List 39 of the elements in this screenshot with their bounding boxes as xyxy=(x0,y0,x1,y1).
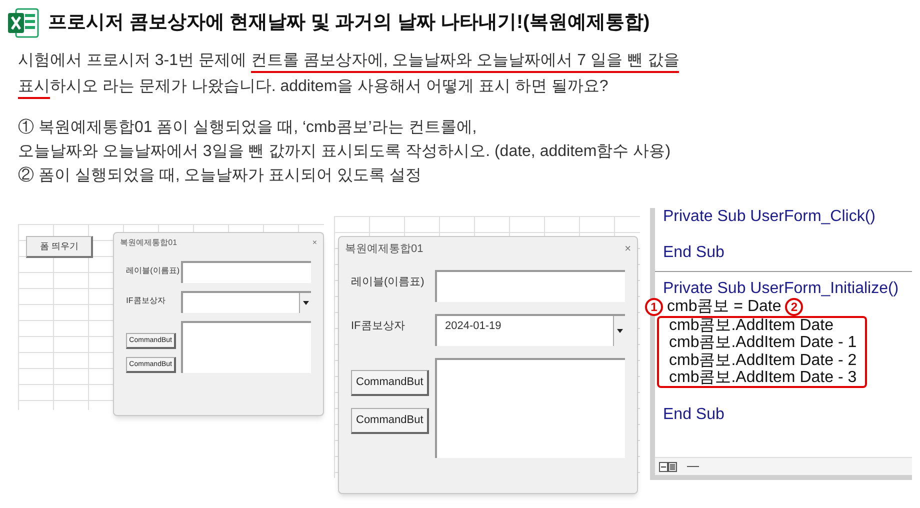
code-line: End Sub xyxy=(663,406,726,424)
label-text: 레이블(이름표) xyxy=(351,274,424,290)
show-form-button[interactable]: 폼 띄우기 xyxy=(26,236,94,258)
combo-label: IF콤보상자 xyxy=(126,295,166,307)
list-box[interactable] xyxy=(181,321,311,373)
command-button[interactable]: CommandBut xyxy=(351,408,430,434)
slide-title: 프로시저 콤보상자에 현재날짜 및 과거의 날짜 나타내기!(복원예제통합) xyxy=(48,10,650,35)
code-line: cmb콤보.AddItem Date - 3 xyxy=(669,369,857,387)
combo-value: 2024-01-19 xyxy=(444,318,502,334)
code-line: cmb콤보 = Date xyxy=(667,298,782,316)
window-title: 복원예제통합01 xyxy=(120,237,178,249)
code-line: Private Sub UserForm_Click() xyxy=(663,208,876,226)
code-line: cmb콤보.AddItem Date xyxy=(669,317,834,335)
combo-box[interactable]: 2024-01-19 xyxy=(435,314,625,346)
dropdown-arrow-icon xyxy=(302,301,308,305)
close-button[interactable]: × xyxy=(624,244,631,255)
instruction-line: ② 폼이 실행되었을 때, 오늘날짜가 표시되어 있도록 설정 xyxy=(18,166,423,186)
close-button[interactable]: × xyxy=(312,239,317,247)
question-paragraph: 시험에서 프로시저 3-1번 문제에 컨트롤 콤보상자에, 오늘날짜와 오늘날짜에서 7 일을 뺀 값을 표시하시오 라는 문제가 나왔습니다. additem을 사용해서 어떻게 표시 하면 될까요? xyxy=(18,48,690,100)
spreadsheet-logo-icon xyxy=(6,6,40,40)
marker-badge: 1 xyxy=(645,298,663,316)
label-text: 레이블(이름표) xyxy=(126,265,180,277)
dropdown-arrow-icon xyxy=(616,328,622,332)
window-title: 복원예제통합01 xyxy=(345,242,424,257)
view-toggle-icon[interactable] xyxy=(659,462,677,472)
code-line: cmb콤보.AddItem Date - 1 xyxy=(669,334,857,352)
instruction-line: ① 복원예제통합01 폼이 실행되었을 때, ‘cmb콤보’라는 컨트롤에, xyxy=(18,118,478,138)
command-button[interactable]: CommandBut xyxy=(351,370,430,396)
instruction-line: 오늘날짜와 오늘날짜에서 3일을 뺀 값까지 표시되도록 작성하시오. (date, additem함수 사용) xyxy=(18,142,672,162)
combo-label: IF콤보상자 xyxy=(351,318,405,334)
code-line: Private Sub UserForm_Initialize() xyxy=(663,280,900,298)
code-line: cmb콤보.AddItem Date - 2 xyxy=(669,352,857,370)
marker-badge: 2 xyxy=(785,298,804,316)
text-field[interactable] xyxy=(181,261,311,283)
dash-icon xyxy=(687,466,699,468)
text-field[interactable] xyxy=(435,270,625,302)
combo-box[interactable] xyxy=(181,291,311,313)
code-line: End Sub xyxy=(663,244,726,262)
list-box[interactable] xyxy=(435,358,625,458)
